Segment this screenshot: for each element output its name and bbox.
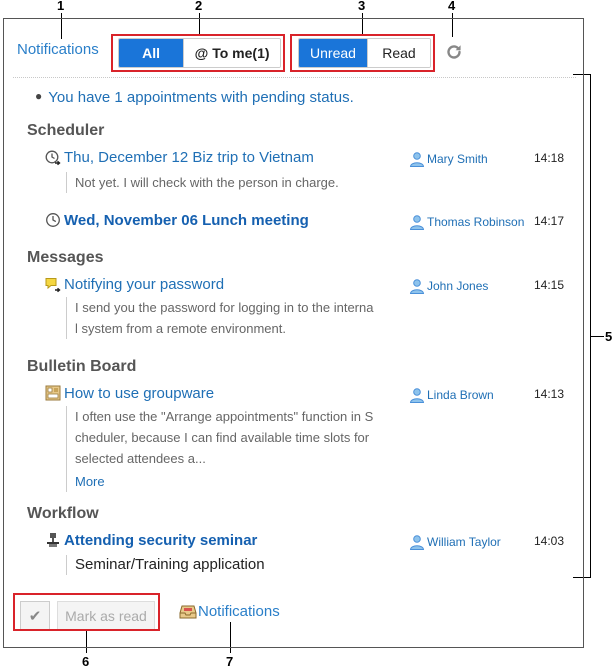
refresh-icon[interactable]: [445, 43, 463, 61]
bulletin-item-1-user[interactable]: Linda Brown: [409, 387, 494, 403]
status-filter: Unread Read: [298, 38, 431, 68]
workflow-icon: [47, 533, 59, 547]
source-filter: All @ To me(1): [118, 38, 281, 68]
callout-5-bracket-side: [590, 74, 591, 578]
workflow-item-1-title[interactable]: Attending security seminar: [64, 532, 257, 549]
scheduler-item-1-user-name: Mary Smith: [427, 152, 488, 166]
inbox-icon: [179, 605, 197, 618]
callout-2: 2: [195, 0, 203, 13]
callout-1: 1: [57, 0, 65, 13]
scheduler-item-1-time: 14:18: [534, 151, 565, 165]
section-workflow-title: Workflow: [27, 505, 99, 522]
scheduler-item-2-time: 14:17: [534, 214, 565, 228]
clock-arrow-icon: [45, 150, 61, 166]
select-all-checkbox[interactable]: ✔: [20, 601, 50, 631]
scheduler-item-1-user[interactable]: Mary Smith: [409, 151, 488, 167]
bulletin-item-1-body: I often use the "Arrange appointments" f…: [66, 406, 376, 492]
scheduler-item-2-user-name: Thomas Robinson: [427, 215, 525, 229]
messages-item-1-body: I send you the password for logging in t…: [66, 297, 376, 339]
user-icon: [409, 152, 425, 167]
user-icon: [409, 279, 425, 294]
filter-all-button[interactable]: All: [119, 39, 184, 67]
header-separator: [13, 77, 576, 78]
messages-item-1-title[interactable]: Notifying your password: [64, 276, 224, 293]
scheduler-item-1-title[interactable]: Thu, December 12 Biz trip to Vietnam: [64, 149, 314, 166]
callout-3: 3: [358, 0, 366, 13]
bulletin-item-1-title[interactable]: How to use groupware: [64, 385, 214, 402]
messages-item-1-user-name: John Jones: [427, 279, 489, 293]
callout-4: 4: [448, 0, 456, 13]
user-icon: [409, 215, 425, 230]
callout-6: 6: [82, 654, 90, 669]
footer-notifications-label: Notifications: [198, 603, 280, 620]
user-icon: [409, 535, 425, 550]
messages-item-1-time: 14:15: [534, 278, 565, 292]
section-messages-title: Messages: [27, 249, 104, 266]
section-scheduler-title: Scheduler: [27, 122, 105, 139]
workflow-item-1-time: 14:03: [534, 534, 565, 548]
messages-item-1-user[interactable]: John Jones: [409, 278, 488, 294]
notifications-title-link[interactable]: Notifications: [17, 41, 99, 58]
workflow-item-1-body: Seminar/Training application: [66, 555, 376, 575]
bulletin-item-1-body-line-2: cheduler, because I can find available t…: [75, 430, 370, 445]
scheduler-item-2-user[interactable]: Thomas Robinson: [409, 214, 524, 230]
section-bulletin-title: Bulletin Board: [27, 358, 137, 375]
pending-link[interactable]: You have 1 appointments with pending sta…: [48, 89, 354, 106]
scheduler-item-1-body: Not yet. I will check with the person in…: [66, 172, 376, 193]
callout-5: 5: [605, 329, 613, 344]
footer-notifications-link[interactable]: Notifications: [179, 603, 280, 620]
clock-icon: [46, 213, 60, 227]
filter-unread-button[interactable]: Unread: [299, 39, 367, 67]
mark-as-read-button[interactable]: Mark as read: [57, 601, 155, 631]
bulletin-item-1-more-link[interactable]: More: [75, 471, 376, 492]
workflow-item-1-user[interactable]: William Taylor: [409, 534, 501, 550]
bulletin-item-1-body-line-1: I often use the "Arrange appointments" f…: [75, 409, 374, 424]
message-arrow-icon: [45, 278, 61, 293]
pending-notice: ● You have 1 appointments with pending st…: [35, 89, 354, 106]
check-icon: ✔: [28, 608, 42, 625]
scheduler-item-2-title[interactable]: Wed, November 06 Lunch meeting: [64, 212, 309, 229]
callout-5-bracket-pointer: [590, 336, 604, 337]
bulletin-item-1-time: 14:13: [534, 387, 565, 401]
user-icon: [409, 388, 425, 403]
pending-bullet: ●: [35, 89, 43, 103]
notifications-panel: Notifications All @ To me(1) Unread Read…: [3, 18, 584, 648]
callout-7: 7: [226, 654, 234, 669]
bulletin-icon: [45, 385, 61, 401]
workflow-item-1-user-name: William Taylor: [427, 535, 501, 549]
filter-read-button[interactable]: Read: [366, 39, 430, 67]
messages-item-1-body-line-2: l system from a remote environment.: [75, 321, 286, 336]
filter-to-me-button[interactable]: @ To me(1): [183, 39, 280, 67]
messages-item-1-body-line-1: I send you the password for logging in t…: [75, 300, 374, 315]
bulletin-item-1-body-line-3: selected attendees a...: [75, 451, 206, 466]
bulletin-item-1-user-name: Linda Brown: [427, 388, 494, 402]
